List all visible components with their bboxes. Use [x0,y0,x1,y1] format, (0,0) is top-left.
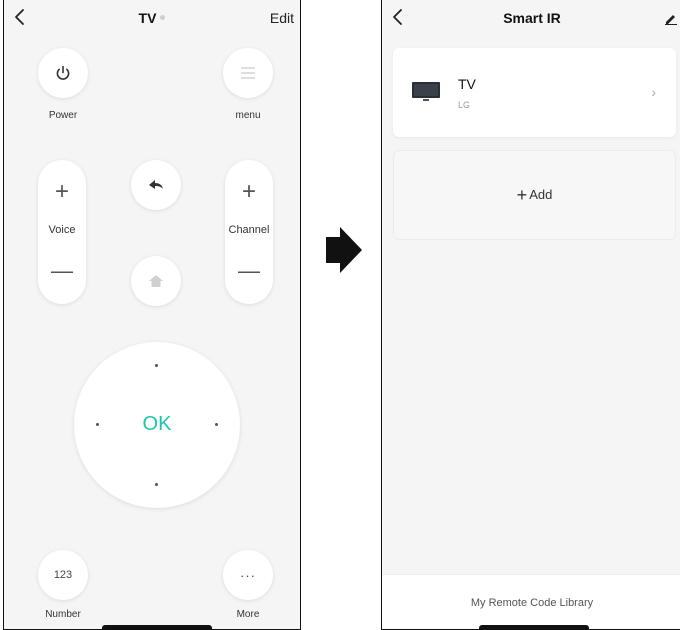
menu-icon [241,67,255,79]
home-button[interactable] [131,256,181,306]
channel-down-button[interactable]: — [225,260,273,282]
voice-down-button[interactable]: — [38,260,86,282]
home-indicator [479,625,589,629]
channel-up-button[interactable]: + [225,180,273,204]
pencil-icon[interactable] [664,11,678,25]
device-brand: LG [458,100,471,110]
return-arrow-icon [149,180,163,189]
home-icon [149,275,163,287]
page-title: Smart IR [503,10,561,26]
tv-icon [412,82,440,101]
smart-ir-screen: Smart IR TV LG › + Add My Remote Code Lib… [381,0,680,630]
bottom-bar: My Remote Code Library [382,574,680,629]
more-button[interactable]: ··· [223,550,273,600]
home-indicator [102,625,212,629]
add-row: + Add [394,185,675,206]
page-title: TV [4,10,300,26]
channel-label: Channel [228,224,270,236]
menu-button[interactable] [223,48,273,98]
add-label: Add [529,187,553,202]
menu-label: menu [235,110,261,121]
power-button[interactable] [38,48,88,98]
arrow-right-icon [326,227,362,273]
number-label: Number [45,609,81,620]
more-label: More [236,609,260,620]
add-device-button[interactable]: + Add [393,150,676,240]
voice-label: Voice [48,224,76,236]
plus-icon: + [516,185,528,205]
voice-up-button[interactable]: + [38,180,86,204]
status-dot-icon [160,14,166,20]
remote-code-library-link[interactable]: My Remote Code Library [382,597,680,609]
device-name: TV [458,76,476,92]
direction-pad: OK [74,342,240,508]
return-button[interactable] [131,160,181,210]
title-text: TV [138,10,157,26]
ok-button[interactable]: OK [74,413,240,436]
edit-button[interactable]: Edit [270,10,294,26]
chevron-right-icon: › [651,84,656,100]
number-button[interactable]: 123 [38,550,88,600]
tv-remote-screen: TV Edit Power menu + — Voice + — Channel [3,0,301,630]
device-card-tv[interactable]: TV LG › [393,48,676,137]
power-icon [56,65,70,80]
power-label: Power [48,110,78,121]
down-button[interactable] [155,483,158,486]
up-button[interactable] [155,364,158,367]
